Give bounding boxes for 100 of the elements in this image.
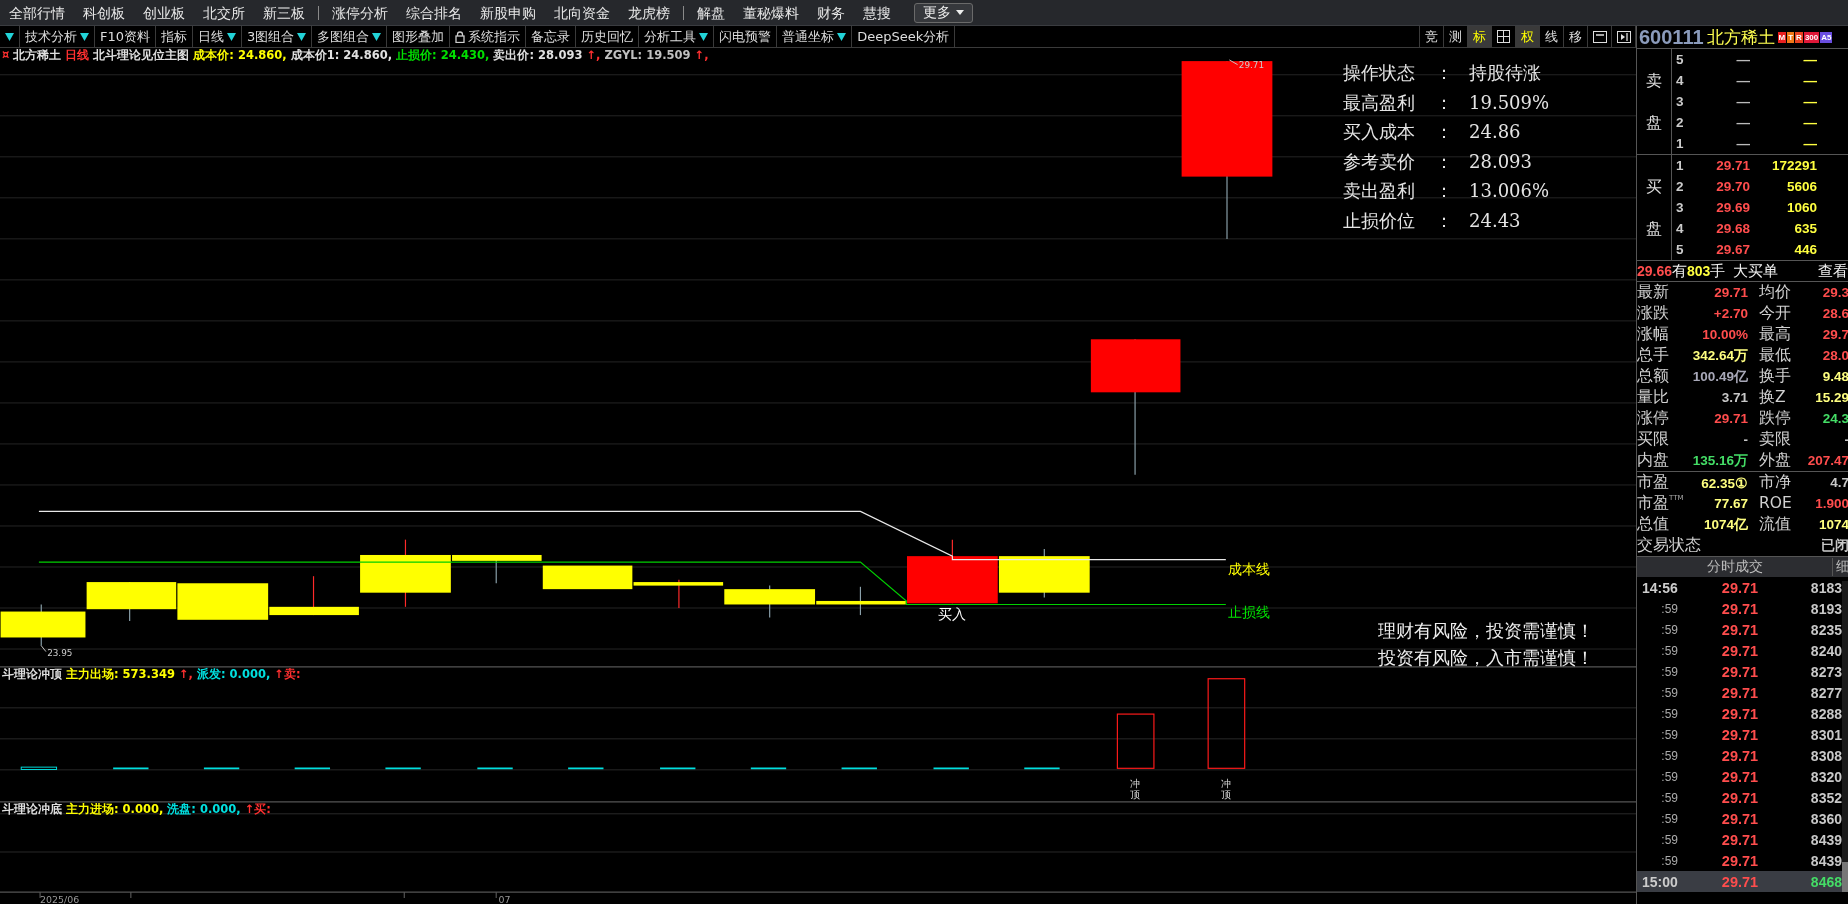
signal-value: 13.006% [1469, 181, 1550, 202]
stat-label: 量比 [1637, 387, 1670, 408]
order-price: 29.71 [1715, 158, 1750, 173]
indicator-bar [750, 767, 787, 770]
stat-value: - [1843, 432, 1848, 447]
trade-row[interactable]: :59 29.71 8308 [1637, 745, 1843, 766]
level-number: 5 [1676, 242, 1685, 257]
more-button[interactable]: 更多 [914, 2, 973, 23]
trade-row[interactable]: :59 29.71 8301 [1637, 724, 1843, 745]
stock-tag: T [1787, 31, 1795, 43]
level-number: 2 [1676, 115, 1685, 130]
indicator-bar [932, 767, 970, 770]
order-price: — [1735, 73, 1750, 88]
menu-item[interactable]: 新三板 [254, 0, 319, 25]
stat-label: 最新 [1637, 282, 1670, 303]
stat-label: 总值 [1637, 514, 1670, 535]
menu-item[interactable]: 董秘爆料 [734, 0, 808, 25]
order-alert-text: 29.66 [1637, 263, 1673, 279]
menu-item[interactable]: 慧搜 [854, 0, 900, 25]
detail-tab[interactable]: 细 [1832, 558, 1848, 576]
menu-item[interactable]: 综合排名 [397, 0, 471, 25]
dropdown-icon [5, 32, 14, 41]
tool-button[interactable]: 权 [1516, 26, 1540, 47]
trade-row[interactable]: 14:56 29.71 8183 [1637, 577, 1843, 598]
level-number: 1 [1676, 136, 1685, 151]
order-volume: — [1802, 94, 1817, 109]
scrollbar[interactable] [1842, 581, 1848, 892]
menu-item[interactable]: 新股申购 [471, 0, 545, 25]
menu-item[interactable]: 全部行情 [0, 0, 74, 25]
trade-row[interactable]: :59 29.71 8277 [1637, 682, 1843, 703]
legend-text: 主力出场: 573.349 [66, 668, 175, 681]
trade-row[interactable]: :59 29.71 8193 [1637, 598, 1843, 619]
trade-row[interactable]: :59 29.71 8439 [1637, 850, 1843, 871]
stat-label: 最低 [1759, 345, 1792, 366]
order-price: 29.67 [1715, 242, 1750, 257]
trade-time: :59 [1660, 706, 1679, 721]
menu-item[interactable]: 北向资金 [545, 0, 619, 25]
menu-item[interactable]: 科创板 [74, 0, 134, 25]
level-number: 4 [1676, 73, 1685, 88]
axis-label: 07 [498, 893, 511, 904]
trade-row[interactable]: :59 29.71 8360 [1637, 808, 1843, 829]
trade-row[interactable]: :59 29.71 8240 [1637, 640, 1843, 661]
trade-price: 29.71 [1720, 600, 1760, 617]
signal-name: 最高盈利 [1343, 92, 1416, 114]
trade-time: :59 [1660, 643, 1679, 658]
trade-row[interactable]: :59 29.71 8235 [1637, 619, 1843, 640]
signal-colon: ： [1435, 63, 1454, 84]
order-price: 29.70 [1715, 179, 1750, 194]
trade-price: 29.71 [1720, 810, 1760, 827]
stat-label: 最高 [1759, 324, 1792, 345]
view-link[interactable]: 查看 [1818, 261, 1848, 281]
trade-time: :59 [1660, 727, 1679, 742]
legend-text: 日线 [65, 49, 90, 62]
stat-label: 买限 [1637, 429, 1670, 450]
legend-text: ↑卖: [274, 668, 301, 681]
order-price: — [1735, 115, 1750, 130]
menu-item[interactable]: 创业板 [134, 0, 194, 25]
stat-value: 24.3 [1821, 411, 1848, 426]
legend-text: 北斗理论见位主图 [93, 49, 190, 62]
trade-row[interactable]: :59 29.71 8352 [1637, 787, 1843, 808]
trade-volume: 8277 [1809, 684, 1842, 701]
trade-volume: 8352 [1809, 789, 1842, 806]
trade-volume: 8183 [1809, 579, 1842, 596]
trade-price: 29.71 [1720, 852, 1760, 869]
trade-time: :59 [1660, 685, 1679, 700]
stat-label: 今开 [1759, 303, 1792, 324]
stat-label: 卖限 [1759, 429, 1792, 450]
trade-row[interactable]: 15:00 29.71 8468 [1637, 871, 1843, 892]
menu-item[interactable]: 涨停分析 [323, 0, 397, 25]
menu-item[interactable]: 龙虎榜 [619, 0, 684, 25]
trade-row[interactable]: :59 29.71 8288 [1637, 703, 1843, 724]
menu-item[interactable]: 解盘 [688, 0, 734, 25]
trade-price: 29.71 [1720, 579, 1760, 596]
order-price: 29.69 [1715, 200, 1750, 215]
menu-item[interactable]: 北交所 [194, 0, 254, 25]
stat-label: 涨幅 [1637, 324, 1670, 345]
stat-value: 100.49亿 [1691, 367, 1748, 386]
menu-item[interactable]: 财务 [808, 0, 854, 25]
trade-price: 29.71 [1720, 663, 1760, 680]
legend-text: 卖出价: 28.093 [493, 49, 583, 62]
legend-text: 斗理论冲底 [2, 803, 62, 816]
stat-value: 已闭 [1820, 536, 1848, 555]
legend-text: 斗理论冲顶 [2, 668, 62, 681]
trade-row[interactable]: :59 29.71 8273 [1637, 661, 1843, 682]
dropdown-icon [372, 32, 382, 41]
indicator-bar [567, 767, 605, 770]
level-number: 3 [1676, 94, 1685, 109]
order-alert-text: 有 [1672, 261, 1688, 281]
trade-row[interactable]: :59 29.71 8320 [1637, 766, 1843, 787]
stat-label: 市盈$^{TTM}$ [1637, 493, 1683, 514]
risk-warning: 理财有风险，投资需谨慎！ [1378, 619, 1594, 643]
order-price: — [1735, 136, 1750, 151]
legend-text: 派发: 0.000, [197, 668, 271, 681]
trade-row[interactable]: :59 29.71 8439 [1637, 829, 1843, 850]
indicator-bar [384, 767, 422, 770]
tool-button[interactable]: 标 [1468, 26, 1492, 47]
order-price: — [1735, 52, 1750, 67]
stock-code: 600111 [1639, 26, 1704, 49]
signal-name: 买入成本 [1343, 122, 1416, 143]
stat-label: 流值 [1759, 514, 1792, 535]
